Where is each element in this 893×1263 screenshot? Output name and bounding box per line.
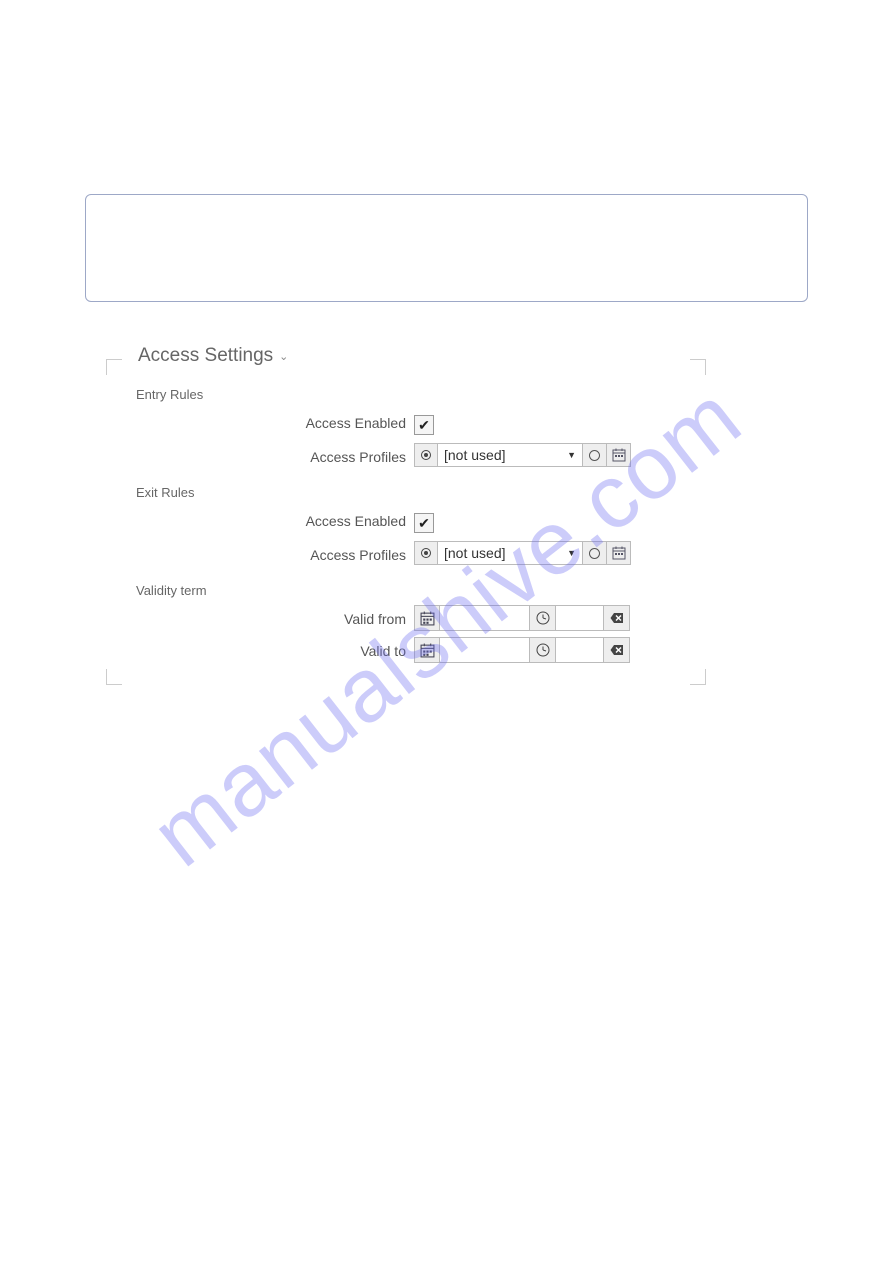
circle-icon — [589, 450, 600, 461]
dropdown-arrow-icon: ▼ — [567, 548, 576, 558]
exit-access-enabled-checkbox[interactable]: ✔ — [414, 513, 434, 533]
exit-access-enabled-label: Access Enabled — [216, 513, 406, 529]
exit-profile-target-button[interactable] — [414, 541, 438, 565]
entry-access-enabled-checkbox[interactable]: ✔ — [414, 415, 434, 435]
info-box — [85, 194, 808, 302]
check-icon: ✔ — [418, 418, 430, 432]
valid-from-date-input[interactable] — [440, 605, 530, 631]
exit-profile-calendar-button[interactable] — [607, 541, 631, 565]
entry-access-profiles-label: Access Profiles — [216, 449, 406, 465]
calendar-icon — [420, 611, 435, 626]
entry-profile-radio-button[interactable] — [583, 443, 607, 467]
valid-from-clear-button[interactable] — [604, 605, 630, 631]
corner-decoration — [106, 669, 122, 685]
clear-icon — [610, 644, 624, 656]
validity-term-heading: Validity term — [136, 583, 207, 598]
exit-access-profiles-select[interactable]: [not used] ▼ — [438, 541, 583, 565]
entry-access-enabled-label: Access Enabled — [216, 415, 406, 431]
exit-access-profiles-label: Access Profiles — [216, 547, 406, 563]
access-settings-title: Access Settings — [138, 345, 273, 367]
calendar-icon — [612, 448, 626, 462]
valid-from-calendar-button[interactable] — [414, 605, 440, 631]
entry-access-profiles-value: [not used] — [444, 447, 506, 463]
dropdown-arrow-icon: ▼ — [567, 450, 576, 460]
corner-decoration — [690, 359, 706, 375]
clock-icon — [536, 611, 550, 625]
target-icon — [421, 548, 431, 558]
valid-from-clock-button[interactable] — [530, 605, 556, 631]
chevron-down-icon: ⌄ — [279, 350, 288, 363]
clear-icon — [610, 612, 624, 624]
valid-to-label: Valid to — [216, 643, 406, 659]
valid-to-clock-button[interactable] — [530, 637, 556, 663]
check-icon: ✔ — [418, 516, 430, 530]
target-icon — [421, 450, 431, 460]
clock-icon — [536, 643, 550, 657]
circle-icon — [589, 548, 600, 559]
valid-to-date-input[interactable] — [440, 637, 530, 663]
valid-to-calendar-button[interactable] — [414, 637, 440, 663]
valid-from-label: Valid from — [216, 611, 406, 627]
exit-profile-radio-button[interactable] — [583, 541, 607, 565]
corner-decoration — [690, 669, 706, 685]
corner-decoration — [106, 359, 122, 375]
calendar-icon — [612, 546, 626, 560]
exit-access-profiles-value: [not used] — [444, 545, 506, 561]
exit-rules-heading: Exit Rules — [136, 485, 195, 500]
entry-profile-target-button[interactable] — [414, 443, 438, 467]
entry-access-profiles-select[interactable]: [not used] ▼ — [438, 443, 583, 467]
valid-to-time-input[interactable] — [556, 637, 604, 663]
entry-profile-calendar-button[interactable] — [607, 443, 631, 467]
valid-from-time-input[interactable] — [556, 605, 604, 631]
access-settings-panel: Access Settings ⌄ Entry Rules Access Ena… — [106, 345, 706, 685]
calendar-icon — [420, 643, 435, 658]
access-settings-header[interactable]: Access Settings ⌄ — [134, 345, 292, 367]
entry-rules-heading: Entry Rules — [136, 387, 203, 402]
valid-to-clear-button[interactable] — [604, 637, 630, 663]
